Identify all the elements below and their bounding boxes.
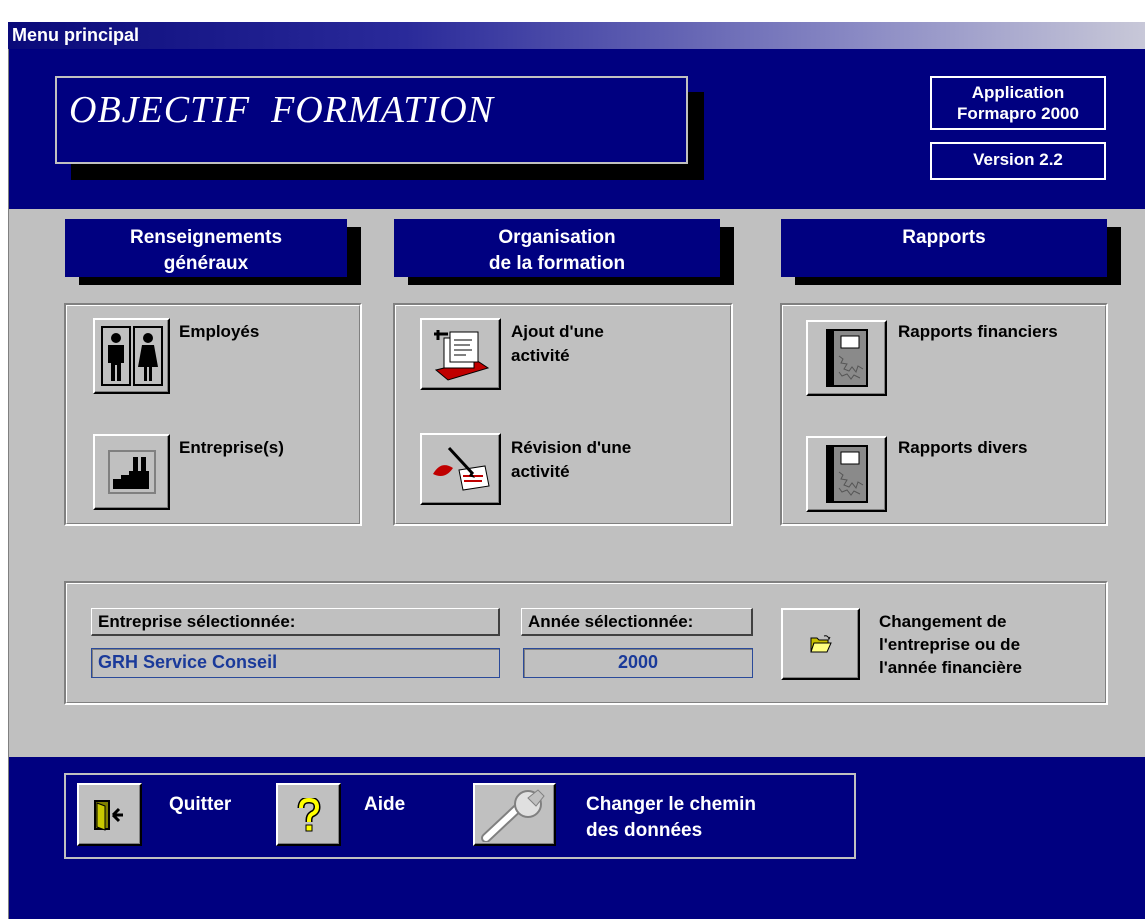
selected-company-label: Entreprise sélectionnée: — [91, 608, 500, 636]
company-label: Entreprise(s) — [179, 438, 284, 457]
revise-activity-label: Révision d'une activité — [511, 438, 632, 481]
question-mark-icon — [297, 797, 321, 831]
selected-company-field: GRH Service Conseil — [91, 648, 500, 678]
exit-door-icon — [93, 799, 123, 831]
selected-year-label: Année sélectionnée: — [521, 608, 753, 636]
quit-button[interactable] — [77, 783, 142, 846]
change-selection-label: Changement de l'entreprise ou de l'année… — [879, 612, 1022, 677]
financial-reports-button[interactable] — [806, 320, 887, 396]
version-box: Version 2.2 — [930, 142, 1106, 180]
employees-icon — [100, 326, 163, 386]
report-notebook-icon — [825, 445, 868, 503]
change-data-path-label: Changer le chemin des données — [586, 794, 756, 841]
quit-label: Quitter — [169, 794, 232, 815]
window-title: Menu principal — [12, 25, 140, 45]
title-bar[interactable]: Menu principal — [8, 22, 1145, 49]
add-activity-button[interactable] — [420, 318, 501, 390]
section-header-reports: Rapports — [781, 219, 1107, 277]
other-reports-button[interactable] — [806, 436, 887, 512]
title-banner: OBJECTIF FORMATION — [55, 76, 688, 164]
employees-button[interactable] — [93, 318, 170, 394]
factory-icon — [107, 450, 156, 494]
revise-activity-icon — [432, 446, 490, 491]
main-menu-window: OBJECTIF FORMATION Application Formapro … — [8, 22, 1145, 919]
change-data-path-button[interactable] — [473, 783, 556, 846]
app-title: OBJECTIF FORMATION — [69, 89, 494, 131]
change-selection-button[interactable] — [781, 608, 860, 680]
section-header-training: Organisation de la formation — [394, 219, 720, 277]
section-header-general: Renseignements généraux — [65, 219, 347, 277]
help-button[interactable] — [276, 783, 341, 846]
wrench-icon — [480, 788, 545, 842]
revise-activity-button[interactable] — [420, 433, 501, 505]
report-notebook-icon — [825, 329, 868, 387]
company-button[interactable] — [93, 434, 170, 510]
financial-reports-label: Rapports financiers — [898, 322, 1058, 341]
add-activity-icon — [433, 330, 489, 381]
add-activity-label: Ajout d'une activité — [511, 322, 604, 365]
help-label: Aide — [364, 794, 406, 815]
selected-year-field: 2000 — [523, 648, 753, 678]
application-name-box: Application Formapro 2000 — [930, 76, 1106, 130]
open-folder-icon — [809, 635, 832, 653]
employees-label: Employés — [179, 322, 260, 341]
other-reports-label: Rapports divers — [898, 438, 1028, 457]
